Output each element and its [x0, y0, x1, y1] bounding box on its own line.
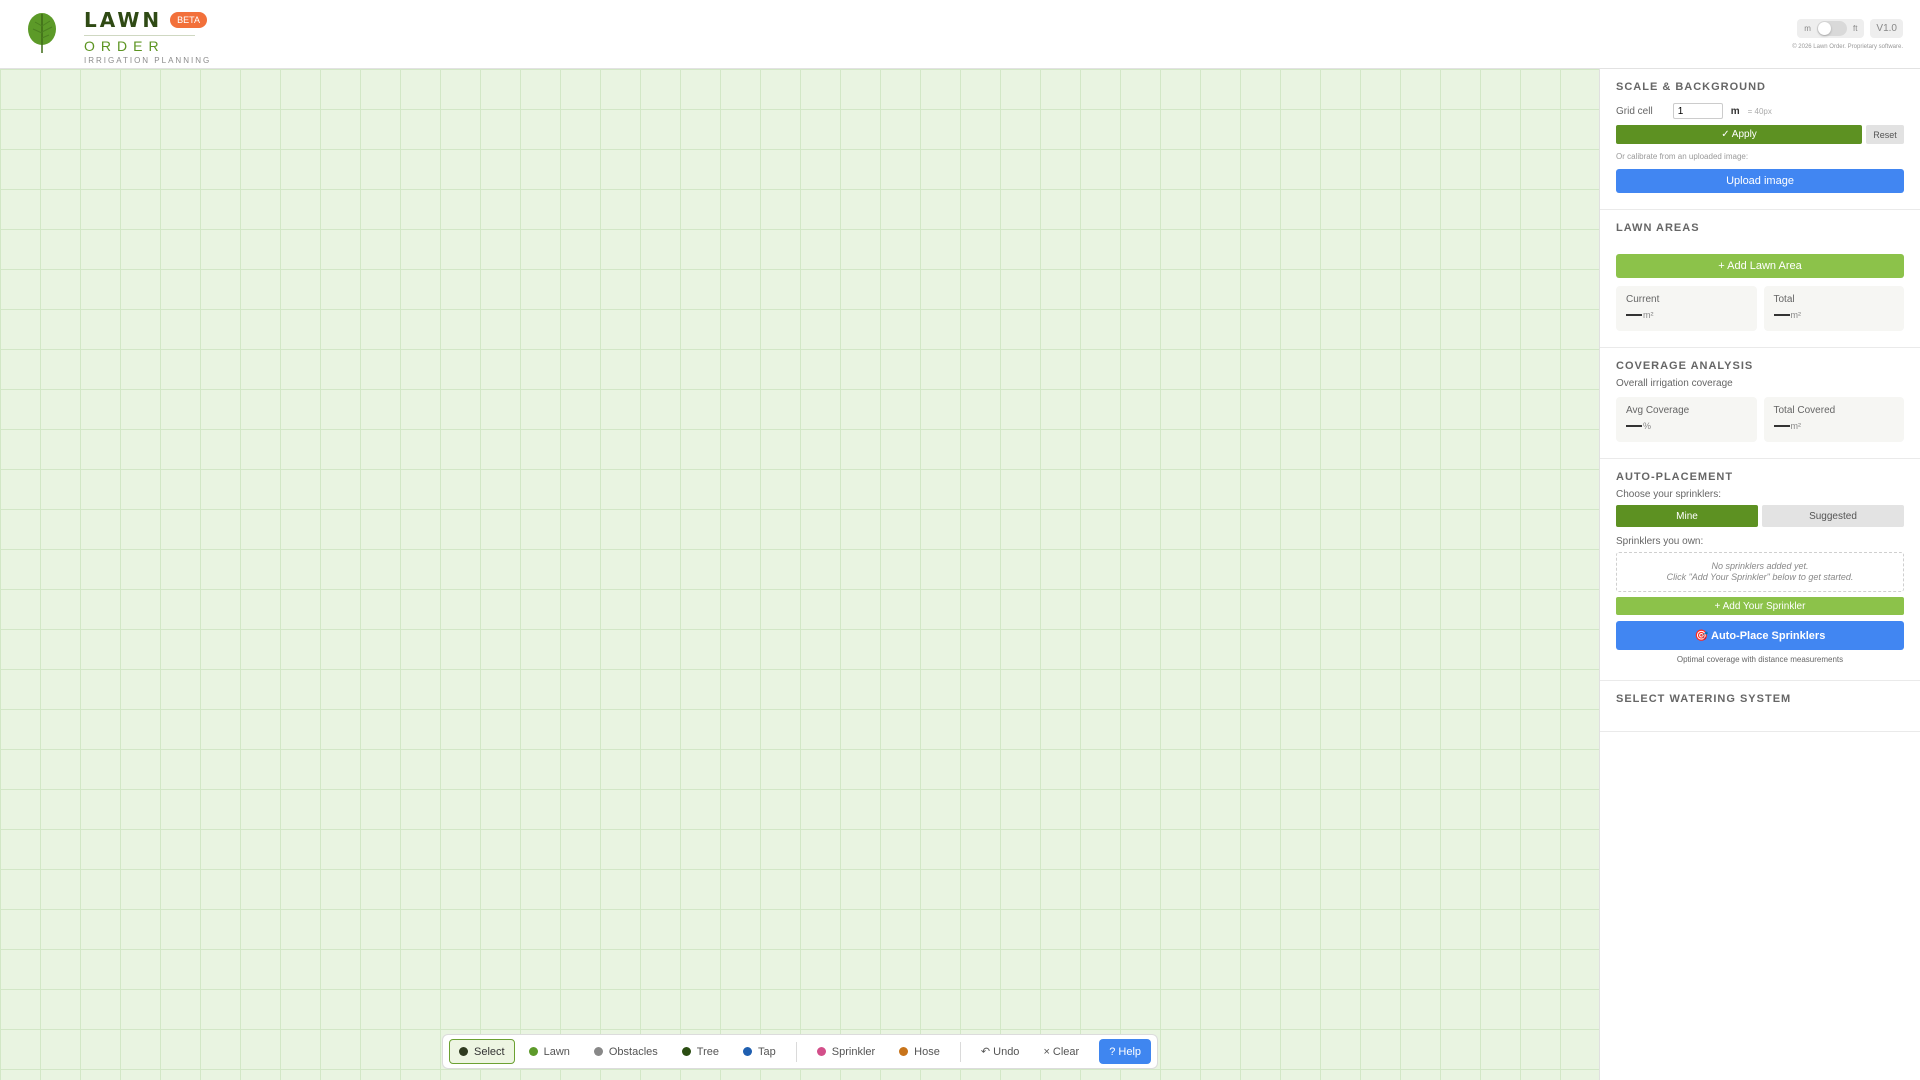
current-area-card: Current m²: [1616, 286, 1757, 331]
empty-value-dash: [1626, 314, 1642, 316]
stat-label: Current: [1626, 294, 1660, 305]
apply-button[interactable]: ✓ Apply: [1616, 125, 1862, 144]
brand-divider: [84, 35, 195, 36]
stat-label: Total: [1773, 294, 1795, 305]
section-title: LAWN AREAS: [1616, 222, 1700, 234]
add-lawn-area-button[interactable]: + Add Lawn Area: [1616, 254, 1904, 278]
empty-state-line: Click "Add Your Sprinkler" below to get …: [1666, 572, 1854, 582]
sprinkler-list-empty: No sprinklers added yet. Click "Add Your…: [1616, 552, 1904, 592]
copyright-text: © 2026 Lawn Order. Proprietary software.: [1792, 44, 1903, 50]
calibrate-hint: Or calibrate from an uploaded image:: [1616, 152, 1749, 161]
add-sprinkler-button[interactable]: + Add Your Sprinkler: [1616, 597, 1904, 615]
tool-label: Lawn: [543, 1045, 570, 1058]
stat-unit: %: [1643, 421, 1652, 431]
toolbar-divider: [959, 1041, 961, 1062]
hose-dot-icon: [899, 1047, 909, 1056]
auto-place-note: Optimal coverage with distance measureme…: [1676, 655, 1844, 664]
sprinkler-source-toggle: Mine Suggested: [1616, 505, 1904, 527]
brand-order: ORDER: [84, 38, 165, 54]
obstacles-dot-icon: [593, 1047, 603, 1056]
watering-system-section: SELECT WATERING SYSTEM: [1600, 681, 1920, 732]
header-controls: m ft V1.0 © 2026 Lawn Order. Proprietary…: [1792, 19, 1903, 50]
lawn-dot-icon: [528, 1047, 538, 1056]
tap-dot-icon: [743, 1047, 753, 1056]
tool-lawn[interactable]: Lawn: [519, 1039, 580, 1064]
upload-image-button[interactable]: Upload image: [1616, 169, 1904, 193]
coverage-subtitle: Overall irrigation coverage: [1616, 378, 1733, 389]
unit-switch-knob: [1817, 22, 1831, 35]
tool-label: Obstacles: [608, 1045, 658, 1058]
unit-toggle[interactable]: m ft: [1797, 19, 1865, 38]
section-title: COVERAGE ANALYSIS: [1616, 360, 1754, 372]
avg-coverage-card: Avg Coverage %: [1616, 397, 1757, 442]
tool-obstacles[interactable]: Obstacles: [584, 1039, 668, 1064]
clear-button[interactable]: × Clear: [1033, 1039, 1089, 1064]
tool-label: Tap: [758, 1045, 776, 1058]
stat-label: Total Covered: [1773, 405, 1836, 416]
tool-label: Select: [474, 1045, 505, 1058]
tool-tree[interactable]: Tree: [672, 1039, 729, 1064]
brand-name: LAWN: [84, 8, 163, 32]
auto-placement-section: AUTO-PLACEMENT Choose your sprinklers: M…: [1600, 459, 1920, 681]
select-dot-icon: [459, 1047, 468, 1056]
help-button[interactable]: ? Help: [1099, 1039, 1152, 1064]
lawn-areas-section: LAWN AREAS + Add Lawn Area Current m² To…: [1600, 210, 1920, 348]
tool-tap[interactable]: Tap: [733, 1039, 786, 1064]
tool-label: Hose: [914, 1045, 940, 1058]
toolbar-divider: [795, 1041, 797, 1062]
tool-label: Tree: [696, 1045, 720, 1058]
right-sidebar: SCALE & BACKGROUND Grid cell m = 40px ✓ …: [1599, 69, 1920, 1080]
undo-button[interactable]: ↶ Undo: [971, 1039, 1030, 1064]
total-covered-card: Total Covered m²: [1763, 397, 1904, 442]
sprinkler-dot-icon: [816, 1047, 826, 1056]
beta-badge: BETA: [170, 12, 207, 28]
own-sprinklers-label: Sprinklers you own:: [1616, 536, 1704, 547]
px-equivalent: = 40px: [1747, 106, 1772, 116]
grid-unit: m: [1730, 105, 1740, 117]
tool-hose[interactable]: Hose: [889, 1039, 950, 1064]
mine-option[interactable]: Mine: [1616, 505, 1758, 527]
app-header: LAWN BETA ORDER IRRIGATION PLANNING m ft…: [0, 0, 1920, 69]
stat-unit: m²: [1790, 421, 1802, 431]
section-title: SELECT WATERING SYSTEM: [1616, 693, 1792, 705]
scale-section: SCALE & BACKGROUND Grid cell m = 40px ✓ …: [1600, 69, 1920, 210]
tool-sprinkler[interactable]: Sprinkler: [807, 1039, 885, 1064]
tool-label: Sprinkler: [831, 1045, 876, 1058]
grid-cell-input[interactable]: [1672, 103, 1723, 119]
version-badge: V1.0: [1870, 19, 1903, 38]
empty-value-dash: [1773, 425, 1790, 427]
stat-label: Avg Coverage: [1626, 405, 1690, 416]
empty-value-dash: [1626, 425, 1642, 427]
grid-cell-label: Grid cell: [1616, 105, 1653, 117]
total-area-card: Total m²: [1763, 286, 1904, 331]
unit-switch[interactable]: [1816, 21, 1847, 36]
choose-sprinklers-label: Choose your sprinklers:: [1616, 489, 1722, 500]
unit-toggle-imperial-label: ft: [1852, 24, 1858, 33]
brand: LAWN BETA ORDER IRRIGATION PLANNING: [84, 8, 211, 65]
empty-state-line: No sprinklers added yet.: [1711, 561, 1809, 571]
brand-tagline: IRRIGATION PLANNING: [84, 56, 212, 65]
section-title: AUTO-PLACEMENT: [1616, 471, 1734, 483]
tree-dot-icon: [681, 1047, 691, 1056]
empty-value-dash: [1773, 314, 1790, 316]
reset-button[interactable]: Reset: [1866, 125, 1904, 144]
drawing-canvas[interactable]: [0, 69, 1599, 1080]
tool-bar: Select Lawn Obstacles Tree Tap Sprinkler…: [442, 1034, 1158, 1069]
stat-unit: m²: [1643, 310, 1654, 320]
suggested-option[interactable]: Suggested: [1762, 505, 1904, 527]
unit-toggle-metric-label: m: [1804, 24, 1811, 33]
leaf-logo-icon: [28, 13, 56, 53]
section-title: SCALE & BACKGROUND: [1616, 81, 1766, 93]
stat-unit: m²: [1790, 310, 1802, 320]
coverage-section: COVERAGE ANALYSIS Overall irrigation cov…: [1600, 348, 1920, 459]
auto-place-button[interactable]: 🎯 Auto-Place Sprinklers: [1616, 621, 1904, 650]
tool-select[interactable]: Select: [449, 1039, 515, 1064]
